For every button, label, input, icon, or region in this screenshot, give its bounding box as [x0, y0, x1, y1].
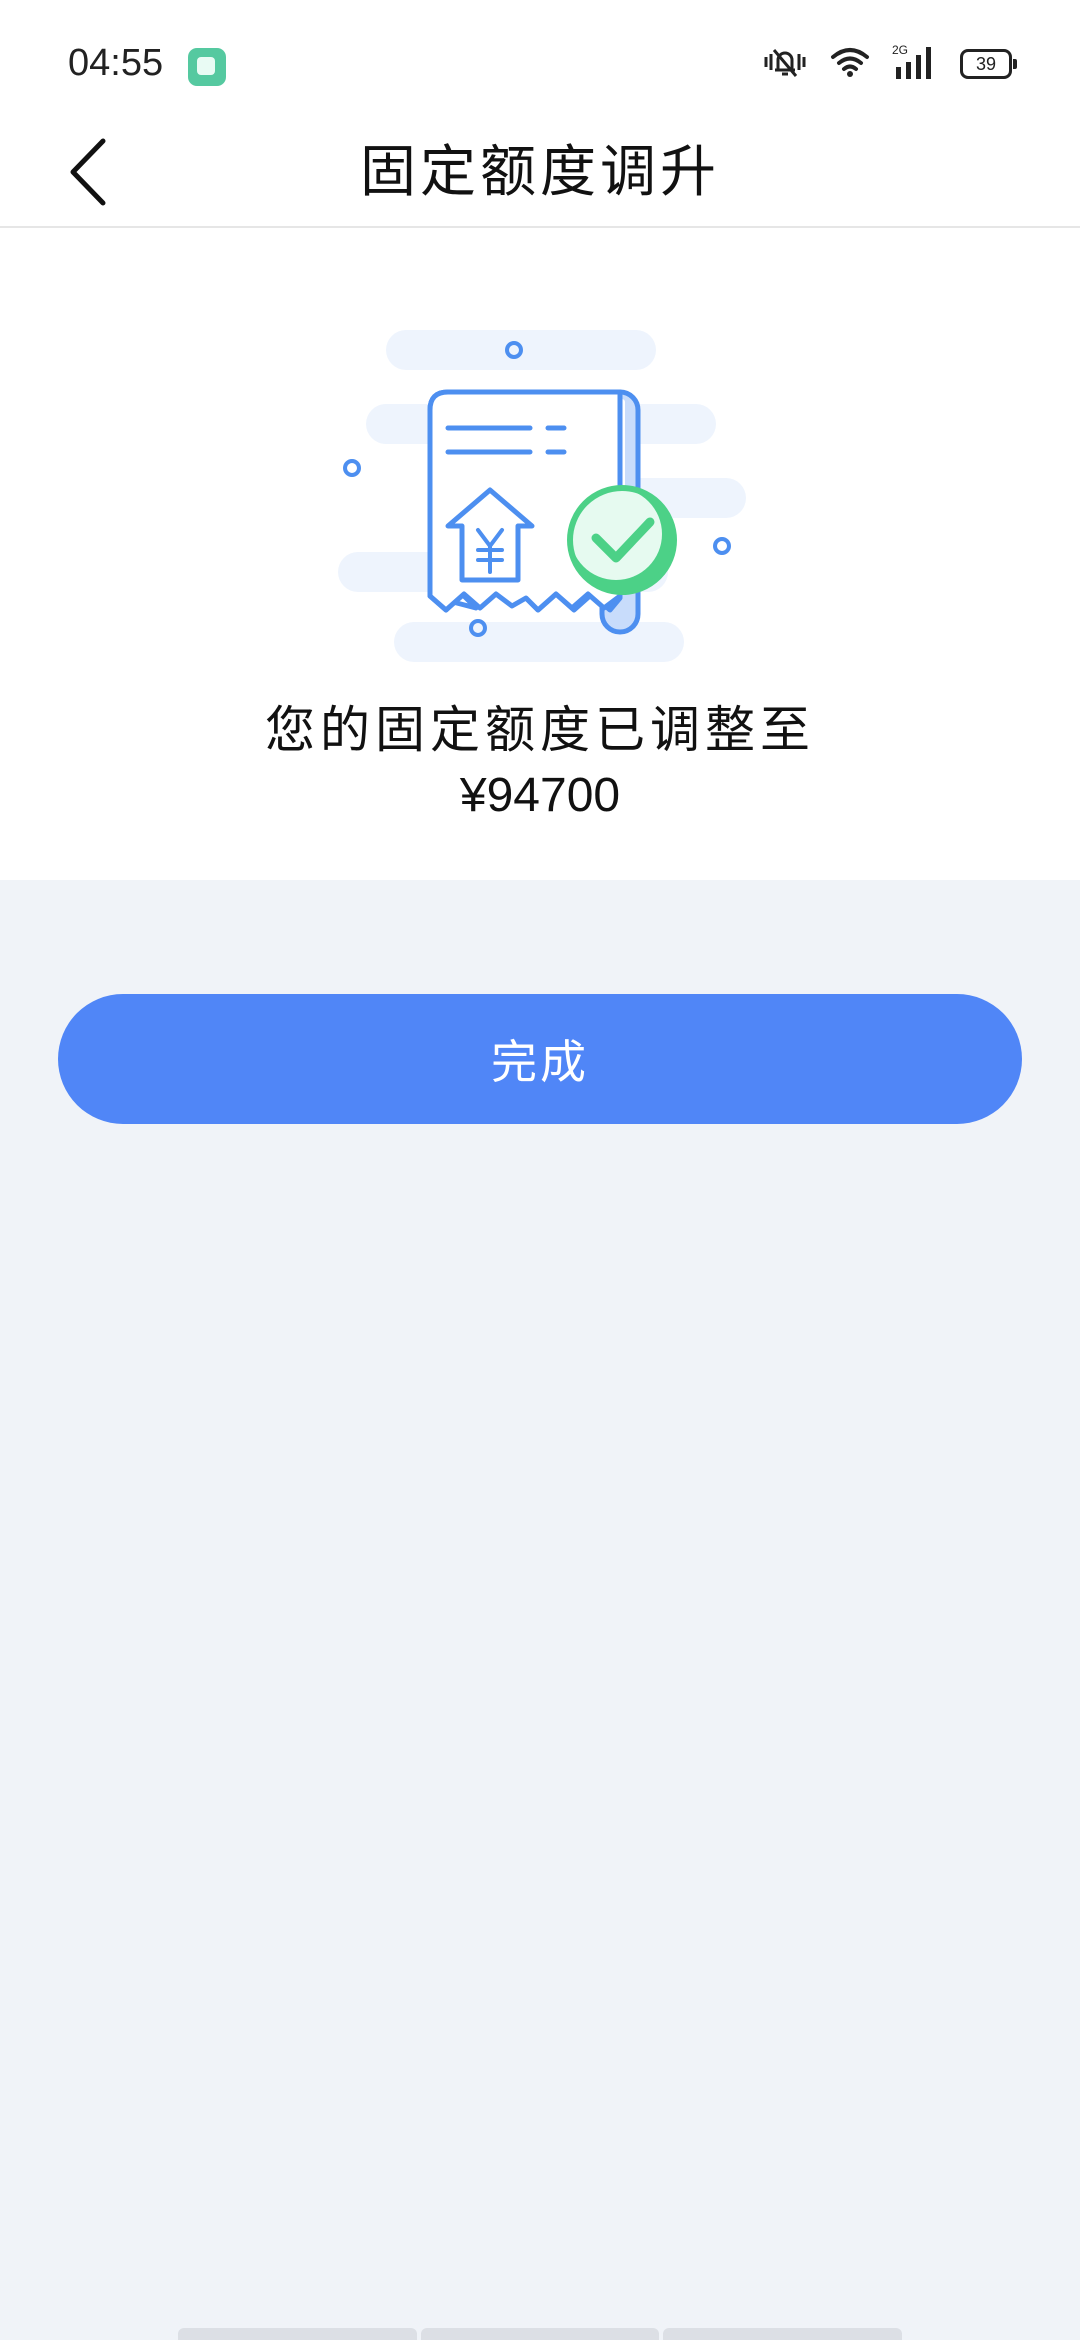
chevron-left-icon — [70, 138, 106, 206]
home-indicator-segment — [663, 2328, 903, 2340]
page: 04:55 2G 39 固定额度调升 您的固定额度已调整至 ¥94700 完成 — [0, 0, 1080, 2340]
status-bar: 04:55 2G 39 — [0, 0, 1080, 120]
signal-icon: 2G — [892, 43, 938, 85]
receipt-success-illustration — [330, 318, 750, 668]
status-time: 04:55 — [68, 42, 164, 84]
app-notification-icon — [188, 48, 226, 86]
result-panel: 04:55 2G 39 固定额度调升 您的固定额度已调整至 ¥94700 — [0, 0, 1080, 880]
page-title: 固定额度调升 — [360, 140, 720, 205]
result-amount: ¥94700 — [459, 769, 621, 822]
status-icons: 2G 39 — [762, 43, 1017, 85]
done-button[interactable]: 完成 — [58, 994, 1022, 1124]
nav-bar: 固定额度调升 — [0, 120, 1080, 228]
wifi-icon — [830, 46, 870, 82]
result-message: 您的固定额度已调整至 — [265, 701, 815, 759]
battery-icon: 39 — [960, 49, 1017, 79]
home-indicator-segment — [420, 2328, 660, 2340]
home-indicator-segment — [178, 2328, 417, 2340]
home-indicator — [178, 2328, 903, 2340]
vibrate-mute-icon — [762, 44, 808, 84]
back-button[interactable] — [40, 124, 140, 220]
network-type-label: 2G — [892, 43, 908, 57]
battery-level: 39 — [975, 53, 997, 74]
